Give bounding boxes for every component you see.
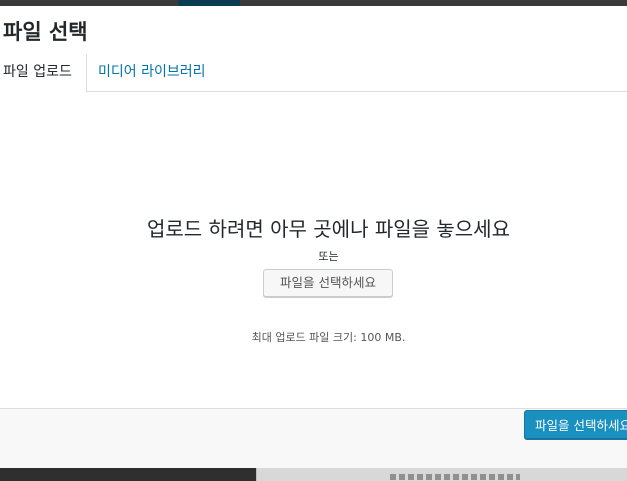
media-router: 파일 업로드 미디어 라이브러리 bbox=[0, 54, 627, 93]
drop-instructions: 업로드 하려면 아무 곳에나 파일을 놓으세요 bbox=[147, 217, 510, 241]
modal-title: 파일 선택 bbox=[3, 20, 88, 44]
background-sidebar bbox=[0, 468, 256, 481]
tab-media-library[interactable]: 미디어 라이브러리 bbox=[95, 54, 212, 92]
media-modal: 파일 선택 파일 업로드 미디어 라이브러리 업로드 하려면 아무 곳에나 파일… bbox=[0, 6, 627, 468]
select-primary-button[interactable]: 파일을 선택하세요 bbox=[524, 410, 627, 439]
background-text bbox=[390, 474, 520, 480]
modal-toolbar: 파일을 선택하세요 bbox=[0, 408, 627, 468]
upload-drop-zone[interactable]: 업로드 하려면 아무 곳에나 파일을 놓으세요 또는 파일을 선택하세요 최대 … bbox=[0, 93, 627, 408]
max-upload-size: 최대 업로드 파일 크기: 100 MB. bbox=[251, 331, 406, 344]
or-label: 또는 bbox=[318, 250, 339, 263]
tab-upload-files[interactable]: 파일 업로드 bbox=[0, 54, 87, 93]
select-files-button[interactable]: 파일을 선택하세요 bbox=[263, 269, 393, 297]
background-divider bbox=[256, 468, 257, 481]
